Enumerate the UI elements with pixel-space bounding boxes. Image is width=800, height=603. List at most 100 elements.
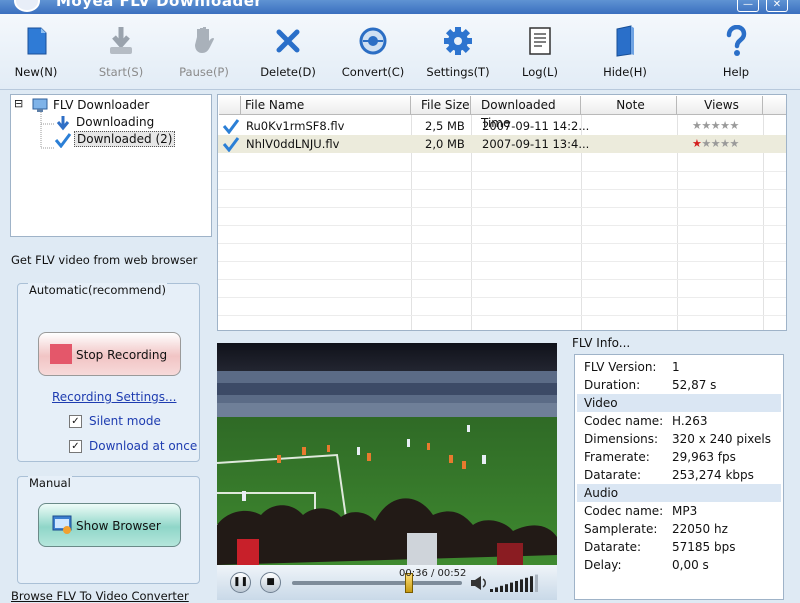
check-icon xyxy=(54,133,72,148)
info-key: Duration: xyxy=(584,378,641,392)
column-header-file-name[interactable]: File Name xyxy=(241,96,411,115)
row-divider xyxy=(218,297,786,298)
info-value: 52,87 s xyxy=(672,378,717,392)
silent-mode-label[interactable]: Silent mode xyxy=(89,414,161,428)
volume-bar xyxy=(500,585,503,592)
new-button[interactable]: New(N) xyxy=(0,24,76,86)
info-row-framerate: Framerate: 29,963 fps xyxy=(577,448,781,466)
help-label: Help xyxy=(722,65,750,79)
flv-info-title: FLV Info... xyxy=(572,336,631,350)
app-logo-icon xyxy=(14,0,40,12)
volume-bar xyxy=(530,576,533,592)
file-name-cell: NhlV0ddLNJU.flv xyxy=(246,137,340,151)
column-header-downloaded-time[interactable]: Downloaded Time xyxy=(471,96,581,130)
minimize-button[interactable]: — xyxy=(737,0,759,12)
volume-bar xyxy=(495,587,498,592)
info-key: Framerate: xyxy=(584,450,650,464)
tree-item-downloading[interactable]: Downloading xyxy=(76,115,154,129)
info-key: Codec name: xyxy=(584,504,664,518)
player-controls: ❚❚ ■ xyxy=(217,565,557,600)
volume-bar xyxy=(505,584,508,592)
new-label: New(N) xyxy=(14,65,58,79)
info-row-flv-version: FLV Version: 1 xyxy=(577,358,781,376)
video-preview[interactable] xyxy=(217,343,557,565)
automatic-group-title: Automatic(recommend) xyxy=(28,283,167,297)
log-icon xyxy=(500,24,580,58)
info-value: MP3 xyxy=(672,504,698,518)
download-at-once-checkbox[interactable]: ✓ xyxy=(69,440,82,453)
download-at-once-label[interactable]: Download at once xyxy=(89,439,197,453)
info-row-video-codec: Codec name: H.263 xyxy=(577,412,781,430)
volume-bar xyxy=(490,589,493,592)
start-icon xyxy=(81,24,161,58)
info-section-audio: Audio xyxy=(577,484,781,502)
browser-section-heading: Get FLV video from web browser xyxy=(11,253,198,267)
collapse-toggle[interactable]: ⊟ xyxy=(14,97,23,110)
tree-item-downloaded[interactable]: Downloaded (2) xyxy=(74,131,176,147)
volume-bar xyxy=(535,574,538,592)
convert-button[interactable]: Convert(C) xyxy=(333,24,413,86)
window-title: Moyea FLV Downloader xyxy=(56,0,263,10)
show-browser-label: Show Browser xyxy=(76,519,161,533)
volume-bar xyxy=(510,582,513,592)
row-divider xyxy=(218,207,786,208)
stop-recording-button[interactable]: Stop Recording xyxy=(38,332,181,376)
hide-button[interactable]: Hide(H) xyxy=(585,24,665,86)
pause-button[interactable]: Pause(P) xyxy=(164,24,244,86)
column-header-filler xyxy=(763,96,786,115)
column-header-file-size[interactable]: File Size xyxy=(411,96,471,115)
row-divider xyxy=(218,261,786,262)
pause-playback-button[interactable]: ❚❚ xyxy=(230,572,251,593)
volume-bar xyxy=(515,581,518,592)
hide-book-icon xyxy=(585,24,665,58)
row-divider xyxy=(218,225,786,226)
log-button[interactable]: Log(L) xyxy=(500,24,580,86)
row-divider xyxy=(218,279,786,280)
title-bar: Moyea FLV Downloader — ✕ xyxy=(0,0,800,14)
info-value: 29,963 fps xyxy=(672,450,736,464)
gear-icon xyxy=(418,24,498,58)
check-icon xyxy=(222,119,240,134)
recording-settings-link[interactable]: Recording Settings... xyxy=(52,390,177,404)
views-rating[interactable]: ★★★★★ xyxy=(692,119,739,132)
settings-button[interactable]: Settings(T) xyxy=(418,24,498,86)
help-button[interactable]: Help xyxy=(696,24,776,86)
column-header-note[interactable]: Note xyxy=(581,96,677,115)
column-header-views[interactable]: Views xyxy=(677,96,763,115)
delete-button[interactable]: Delete(D) xyxy=(248,24,328,86)
document-icon xyxy=(0,24,76,58)
download-arrow-icon xyxy=(56,116,70,131)
info-key: Dimensions: xyxy=(584,432,659,446)
info-value: 57185 bps xyxy=(672,540,736,554)
tree-root-label[interactable]: FLV Downloader xyxy=(53,98,149,112)
speaker-icon[interactable] xyxy=(469,574,489,592)
info-row-samplerate: Samplerate: 22050 hz xyxy=(577,520,781,538)
volume-bars[interactable] xyxy=(490,573,542,593)
info-row-audio-codec: Codec name: MP3 xyxy=(577,502,781,520)
info-row-dimensions: Dimensions: 320 x 240 pixels xyxy=(577,430,781,448)
info-key: Datarate: xyxy=(584,540,642,554)
hide-label: Hide(H) xyxy=(603,65,647,79)
log-label: Log(L) xyxy=(522,65,558,79)
start-button[interactable]: Start(S) xyxy=(81,24,161,86)
delete-x-icon xyxy=(248,24,328,58)
stadium-video-frame xyxy=(217,343,557,565)
show-browser-button[interactable]: Show Browser xyxy=(38,503,181,547)
close-button[interactable]: ✕ xyxy=(766,0,788,12)
settings-label: Settings(T) xyxy=(426,65,490,79)
table-row[interactable]: Ru0Kv1rmSF8.flv 2,5 MB 2007-09-11 14:2..… xyxy=(218,117,786,135)
column-header-icon[interactable] xyxy=(219,96,241,115)
convert-disc-icon xyxy=(333,24,413,58)
delete-label: Delete(D) xyxy=(260,65,316,79)
table-row[interactable]: NhlV0ddLNJU.flv 2,0 MB 2007-09-11 13:4..… xyxy=(218,135,786,153)
volume-bar xyxy=(520,579,523,592)
row-divider xyxy=(218,243,786,244)
info-row-video-datarate: Datarate: 253,274 kbps xyxy=(577,466,781,484)
converter-link[interactable]: Browse FLV To Video Converter xyxy=(11,589,189,603)
views-rating[interactable]: ★★★★★ xyxy=(692,137,739,150)
row-divider xyxy=(218,189,786,190)
seek-track[interactable] xyxy=(292,581,462,585)
info-key: FLV Version: xyxy=(584,360,657,374)
stop-playback-button[interactable]: ■ xyxy=(260,572,281,593)
silent-mode-checkbox[interactable]: ✓ xyxy=(69,415,82,428)
